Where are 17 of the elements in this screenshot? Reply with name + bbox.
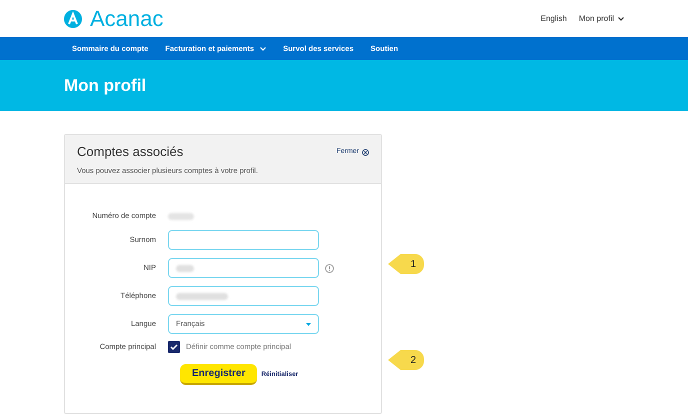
- check-icon: [170, 344, 178, 350]
- input-field[interactable]: [168, 286, 319, 306]
- info-icon[interactable]: [325, 264, 334, 272]
- caret-icon: [306, 322, 311, 326]
- checkbox[interactable]: [168, 341, 180, 353]
- callout-badge: 1: [388, 254, 424, 274]
- close-icon: [362, 148, 369, 156]
- card-title: Comptes associés: [77, 145, 184, 158]
- profile-menu[interactable]: Mon profil: [578, 12, 624, 24]
- input-field[interactable]: [168, 258, 319, 278]
- callout-badge: 2: [388, 350, 424, 370]
- page-title: Mon profil: [64, 74, 146, 97]
- logo-icon: [64, 10, 82, 28]
- chevron-down-icon: [618, 16, 624, 20]
- input-field[interactable]: [168, 230, 319, 250]
- save-button[interactable]: Enregistrer: [180, 364, 258, 385]
- language-link[interactable]: English: [540, 12, 567, 24]
